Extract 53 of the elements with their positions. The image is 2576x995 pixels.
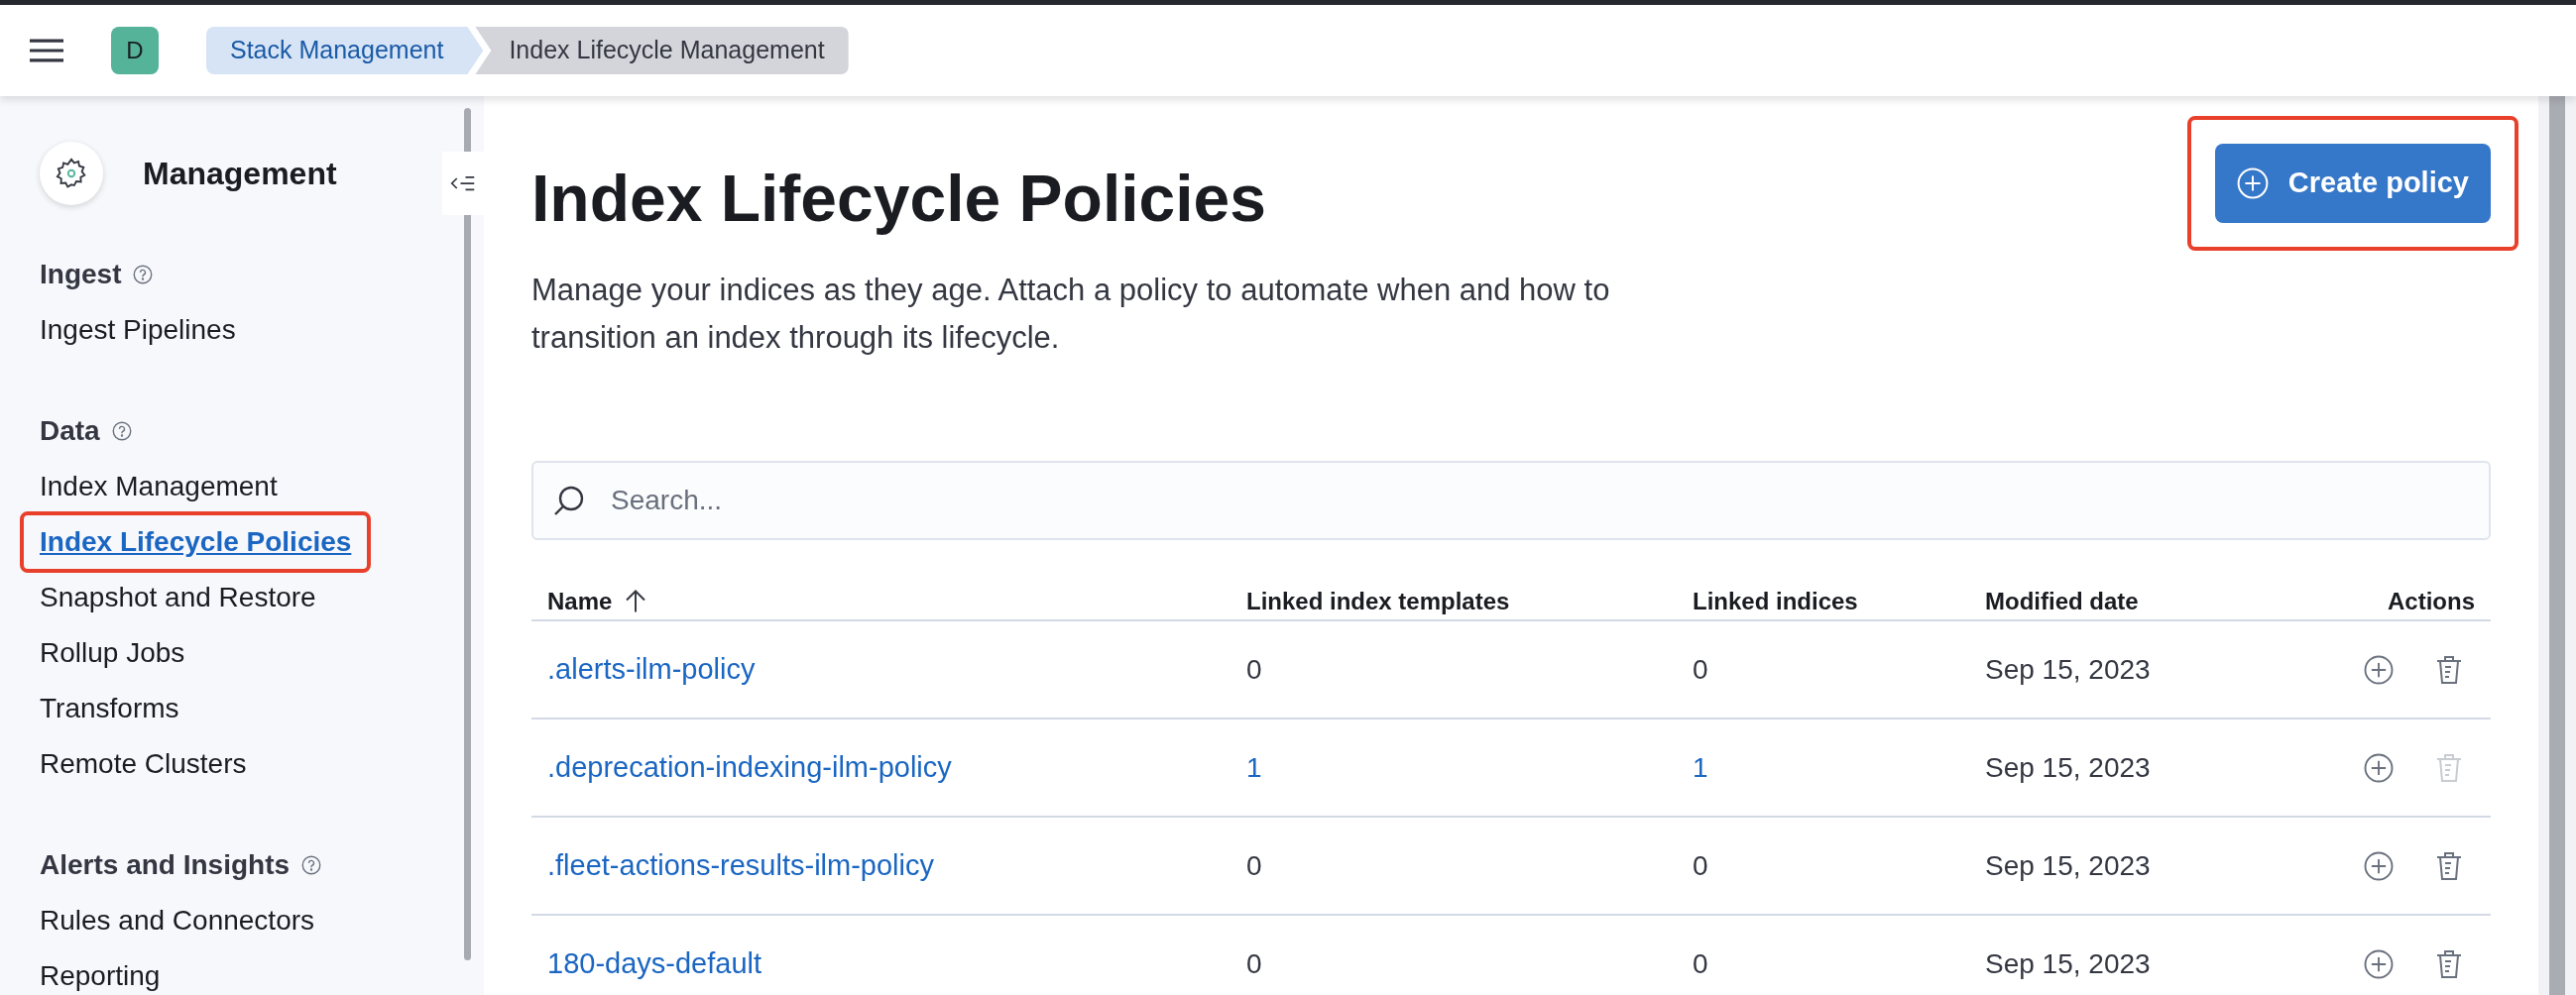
search-icon: [553, 485, 585, 516]
breadcrumb[interactable]: Stack Management: [206, 27, 484, 74]
count-link[interactable]: 1: [1246, 751, 1262, 783]
plus-circle-icon: [2364, 752, 2394, 783]
help-icon[interactable]: [301, 855, 322, 875]
column-header[interactable]: Name: [547, 584, 648, 619]
sidebar-item[interactable]: Ingest Pipelines: [20, 299, 256, 361]
policy-link[interactable]: 180-days-default: [547, 941, 1246, 986]
sidebar-title: Management: [143, 155, 337, 193]
page-scrollbar[interactable]: [2549, 96, 2565, 995]
page-title: Index Lifecycle Policies: [531, 161, 1267, 237]
avatar[interactable]: D: [111, 27, 159, 74]
policy-link[interactable]: .alerts-ilm-policy: [547, 647, 1246, 692]
add-to-template-button[interactable]: [2364, 752, 2394, 783]
section-heading: Ingest: [40, 258, 122, 291]
sidebar-item[interactable]: Index Lifecycle Policies: [20, 511, 372, 573]
table-cell: 0: [1693, 653, 1708, 685]
plus-circle-icon: [2364, 948, 2394, 979]
column-header[interactable]: Linked index templates: [1246, 584, 1510, 619]
plus-circle-icon: [2236, 167, 2269, 199]
create-policy-button[interactable]: Create policy: [2214, 144, 2491, 223]
page-description: Manage your indices as they age. Attach a policy to automate when and how to transition an index through its lifecycle.: [531, 272, 1611, 357]
add-to-template-button[interactable]: [2364, 850, 2394, 881]
count-link[interactable]: 1: [1693, 751, 1708, 783]
collapse-icon: [450, 173, 476, 193]
table-cell-text: Sep 15, 2023: [1985, 848, 2152, 883]
table-cell-text: Sep 15, 2023: [1985, 652, 2152, 687]
collapse-button[interactable]: [442, 152, 484, 215]
settings-icon: [40, 142, 103, 205]
section-heading: Alerts and Insights: [40, 848, 291, 882]
column-header[interactable]: Modified date: [1985, 584, 2139, 619]
breadcrumb[interactable]: Index Lifecycle Management: [475, 27, 849, 74]
table-cell: 0: [1246, 947, 1262, 979]
table-cell: 0: [1246, 653, 1262, 685]
table-cell-text: Sep 15, 2023: [1985, 750, 2152, 785]
table-cell: 0: [1693, 849, 1708, 881]
table-cell-text: Sep 15, 2023: [1985, 946, 2152, 981]
add-to-template-button[interactable]: [2364, 654, 2394, 685]
column-header[interactable]: Linked indices: [1693, 584, 1858, 619]
search-field[interactable]: Search...: [531, 461, 2491, 540]
menu-icon[interactable]: [30, 38, 63, 63]
section-heading: Data: [40, 414, 100, 448]
plus-circle-icon: [2364, 850, 2394, 881]
plus-circle-icon: [2364, 654, 2394, 685]
table-cell: 0: [1246, 849, 1262, 881]
add-to-template-button[interactable]: [2364, 948, 2394, 979]
help-icon[interactable]: [133, 265, 154, 284]
policy-link[interactable]: .deprecation-indexing-ilm-policy: [547, 745, 1246, 790]
sidebar-scrollbar[interactable]: [464, 108, 471, 960]
policy-link[interactable]: .fleet-actions-results-ilm-policy: [547, 843, 1246, 888]
column-header[interactable]: Actions: [2388, 584, 2475, 619]
table-cell: 0: [1693, 947, 1708, 979]
help-icon[interactable]: [111, 421, 132, 441]
